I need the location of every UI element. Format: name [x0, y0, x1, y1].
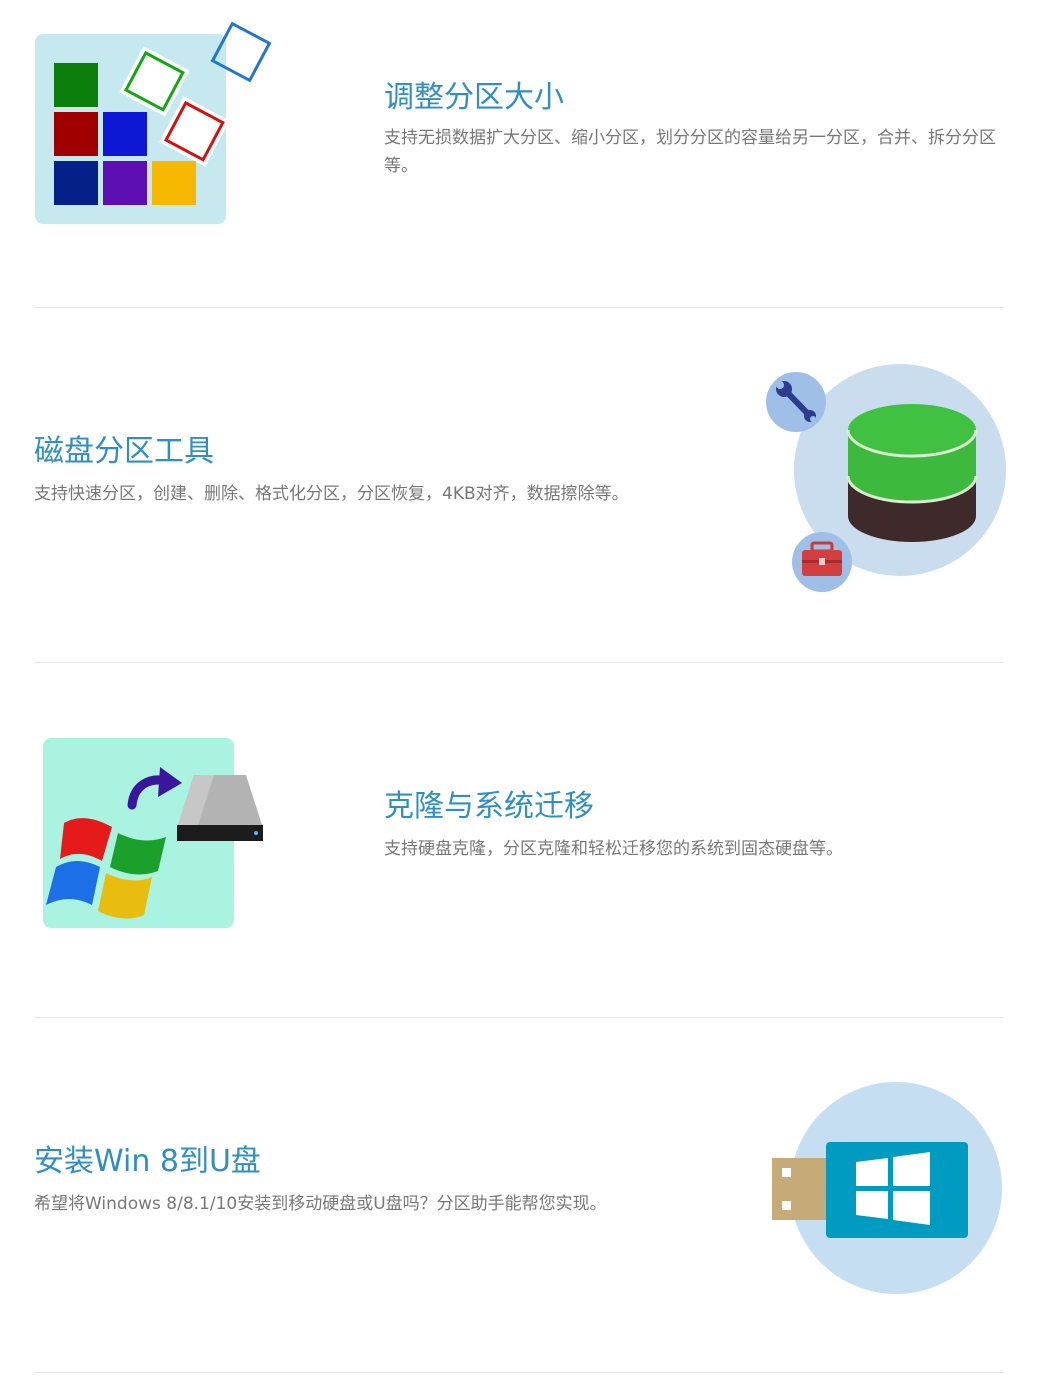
- clone-migrate-icon: [43, 738, 263, 928]
- feature-clone-migrate: 克隆与系统迁移 支持硬盘克隆，分区克隆和轻松迁移您的系统到固态硬盘等。: [0, 663, 1048, 1018]
- disk-partition-tool-icon: [766, 364, 1006, 592]
- feature-description: 希望将Windows 8/8.1/10安装到移动硬盘或U盘吗？分区助手能帮您实现…: [34, 1194, 607, 1214]
- feature-resize-partition: 调整分区大小 支持无损数据扩大分区、缩小分区，划分分区的容量给另一分区，合并、拆…: [0, 0, 1048, 355]
- feature-disk-partition-tool: 磁盘分区工具 支持快速分区，创建、删除、格式化分区，分区恢复，4KB对齐，数据擦…: [0, 308, 1048, 663]
- feature-title: 克隆与系统迁移: [384, 789, 594, 824]
- resize-partition-icon: [35, 21, 272, 224]
- section-divider: [34, 1372, 1004, 1373]
- feature-description: 支持硬盘克隆，分区克隆和轻松迁移您的系统到固态硬盘等。: [384, 839, 843, 859]
- feature-list: 调整分区大小 支持无损数据扩大分区、缩小分区，划分分区的容量给另一分区，合并、拆…: [0, 0, 1048, 1385]
- feature-title: 调整分区大小: [384, 80, 564, 115]
- feature-windows-usb: 安装Win 8到U盘 希望将Windows 8/8.1/10安装到移动硬盘或U盘…: [0, 1018, 1048, 1373]
- windows-usb-icon: [772, 1082, 1002, 1294]
- feature-description: 支持快速分区，创建、删除、格式化分区，分区恢复，4KB对齐，数据擦除等。: [34, 484, 629, 504]
- feature-title: 磁盘分区工具: [34, 434, 214, 469]
- feature-title: 安装Win 8到U盘: [34, 1144, 261, 1179]
- feature-description: 支持无损数据扩大分区、缩小分区，划分分区的容量给另一分区，合并、拆分分区等。: [384, 128, 996, 176]
